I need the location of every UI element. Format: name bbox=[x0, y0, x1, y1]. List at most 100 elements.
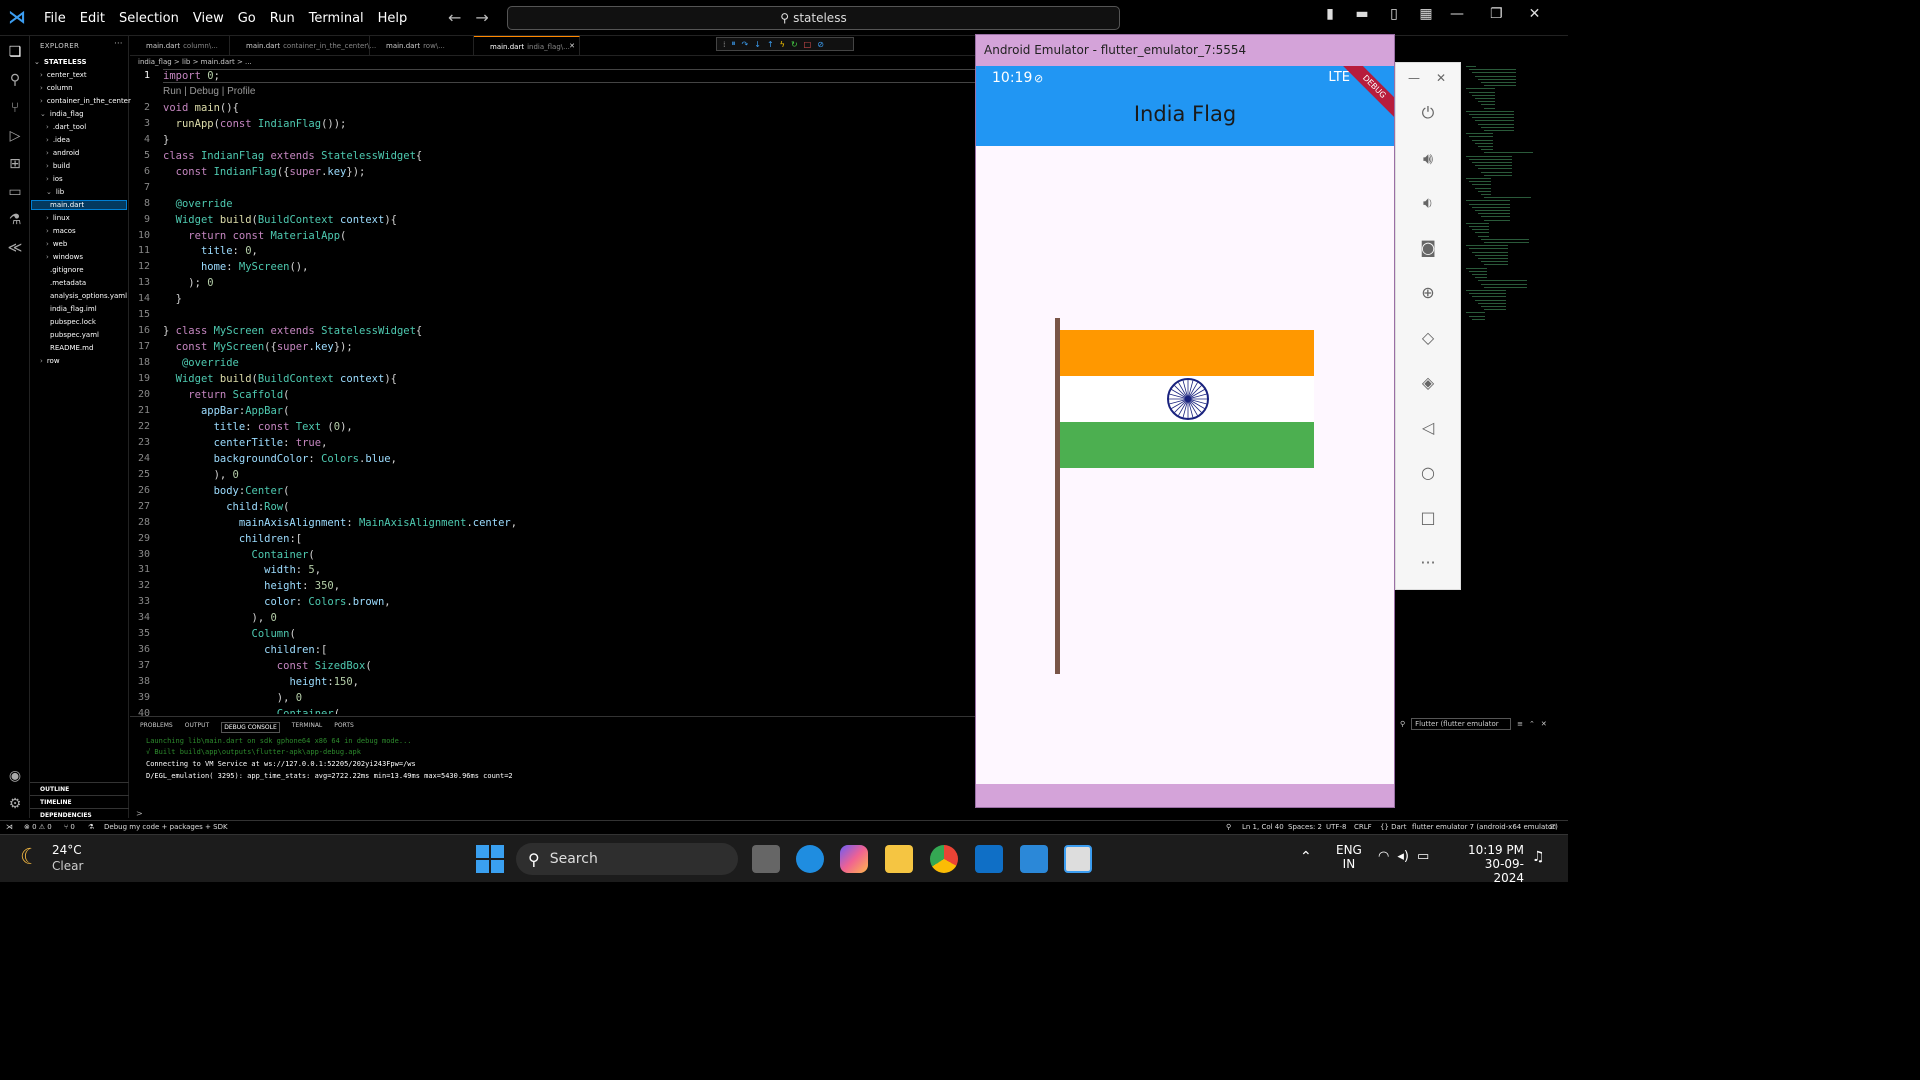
step-out-icon[interactable]: ↑ bbox=[767, 40, 774, 49]
explorer-folder[interactable]: › container_in_the_center bbox=[40, 97, 131, 105]
stop-icon[interactable]: □ bbox=[804, 40, 812, 49]
toggle-sidebar-icon[interactable]: ▮ bbox=[1320, 6, 1340, 22]
code-line[interactable]: return const MaterialApp( bbox=[163, 230, 346, 242]
code-line[interactable]: child:Row( bbox=[163, 501, 289, 513]
code-line[interactable]: import 0; bbox=[163, 69, 975, 83]
explorer-folder[interactable]: › linux bbox=[46, 214, 70, 222]
close-icon[interactable]: ✕ bbox=[1436, 71, 1446, 85]
code-line[interactable]: ), 0 bbox=[163, 469, 239, 481]
notepad-icon[interactable] bbox=[1020, 845, 1048, 873]
menu-view[interactable]: View bbox=[193, 11, 224, 26]
hot-reload-icon[interactable]: ϟ bbox=[780, 40, 785, 49]
toggle-panel-icon[interactable]: ▬ bbox=[1352, 6, 1372, 22]
menu-run[interactable]: Run bbox=[270, 11, 295, 26]
code-line[interactable]: title: 0, bbox=[163, 245, 258, 257]
tab-output[interactable]: OUTPUT bbox=[185, 722, 209, 733]
indentation[interactable]: Spaces: 2 bbox=[1288, 823, 1322, 831]
clock[interactable]: 10:19 PM 30-09-2024 bbox=[1460, 843, 1524, 885]
bell-icon[interactable]: ♫ bbox=[1532, 849, 1545, 865]
tab-ports[interactable]: PORTS bbox=[334, 722, 354, 733]
explorer-folder[interactable]: › .dart_tool bbox=[46, 123, 86, 131]
code-line[interactable]: return Scaffold( bbox=[163, 389, 289, 401]
extensions-icon[interactable]: ⊞ bbox=[5, 154, 25, 174]
drag-handle-icon[interactable]: ⁞ bbox=[723, 40, 726, 49]
language-indicator[interactable]: ENG IN bbox=[1336, 843, 1362, 871]
chevron-up-icon[interactable]: ⌃ bbox=[1300, 849, 1312, 865]
debug-mode[interactable]: Debug my code + packages + SDK bbox=[104, 823, 228, 831]
language-mode[interactable]: {} Dart bbox=[1380, 823, 1406, 831]
menu-terminal[interactable]: Terminal bbox=[309, 11, 364, 26]
code-line[interactable]: height: 350, bbox=[163, 580, 340, 592]
timeline-section[interactable]: TIMELINE bbox=[30, 795, 129, 808]
code-line[interactable]: } class MyScreen extends StatelessWidget… bbox=[163, 325, 422, 337]
code-line[interactable] bbox=[163, 182, 169, 194]
explorer-file[interactable]: india_flag.iml bbox=[46, 305, 97, 313]
remote-explorer-icon[interactable]: ▭ bbox=[5, 182, 25, 202]
explorer-folder[interactable]: › build bbox=[46, 162, 70, 170]
code-line[interactable]: class IndianFlag extends StatelessWidget… bbox=[163, 150, 422, 162]
step-over-icon[interactable]: ↷ bbox=[742, 40, 749, 49]
power-icon[interactable]: ⏻ bbox=[1416, 101, 1440, 125]
more-options-icon[interactable]: ··· bbox=[1416, 551, 1440, 575]
code-line[interactable]: color: Colors.brown, bbox=[163, 596, 390, 608]
line-endings[interactable]: CRLF bbox=[1354, 823, 1372, 831]
menu-file[interactable]: File bbox=[44, 11, 66, 26]
explorer-file[interactable]: main.dart bbox=[31, 200, 127, 210]
chrome-icon[interactable] bbox=[930, 845, 958, 873]
explorer-file[interactable]: README.md bbox=[46, 344, 93, 352]
code-line[interactable]: Container( bbox=[163, 549, 315, 561]
notifications-icon[interactable]: ⎚ bbox=[1550, 823, 1556, 832]
vscode-taskbar-icon[interactable] bbox=[975, 845, 1003, 873]
code-line[interactable]: ), 0 bbox=[163, 692, 302, 704]
code-line[interactable]: Widget build(BuildContext context){ bbox=[163, 214, 397, 226]
minimap[interactable] bbox=[1462, 66, 1568, 326]
restart-icon[interactable]: ↻ bbox=[791, 40, 798, 49]
explorer-file[interactable]: pubspec.yaml bbox=[46, 331, 99, 339]
toggle-secondary-sidebar-icon[interactable]: ▯ bbox=[1384, 6, 1404, 22]
codelens-run-debug[interactable]: Run | Debug | Profile bbox=[163, 86, 255, 97]
code-line[interactable]: Column( bbox=[163, 628, 296, 640]
zoom-in-icon[interactable]: ⊕ bbox=[1416, 281, 1440, 305]
console-prompt-icon[interactable]: > bbox=[136, 809, 143, 818]
back-arrow-icon[interactable]: ← bbox=[448, 8, 461, 27]
devtools-icon[interactable]: ⊘ bbox=[817, 40, 824, 49]
zoom-icon[interactable]: ⚲ bbox=[1226, 823, 1231, 831]
explorer-folder[interactable]: › column bbox=[40, 84, 73, 92]
code-line[interactable]: ), 0 bbox=[163, 612, 277, 624]
code-line[interactable]: } bbox=[163, 293, 182, 305]
tab-main-dart-row[interactable]: main.dart row\... bbox=[370, 36, 474, 56]
rotate-left-icon[interactable]: ◇ bbox=[1416, 326, 1440, 350]
moon-weather-icon[interactable]: ☾ bbox=[20, 845, 40, 870]
code-line[interactable]: void main(){ bbox=[163, 102, 239, 114]
code-line[interactable]: } bbox=[163, 134, 169, 146]
explorer-folder[interactable]: › android bbox=[46, 149, 79, 157]
tab-debug-console[interactable]: DEBUG CONSOLE bbox=[221, 722, 280, 733]
overview-icon[interactable]: □ bbox=[1416, 506, 1440, 530]
run-debug-icon[interactable]: ▷ bbox=[5, 126, 25, 146]
pause-icon[interactable]: ⏸ bbox=[732, 39, 736, 49]
volume-up-icon[interactable]: 🔊︎ bbox=[1416, 147, 1440, 171]
code-line[interactable]: const IndianFlag({super.key}); bbox=[163, 166, 366, 178]
weather-temp[interactable]: 24°C bbox=[52, 843, 82, 857]
ports-count[interactable]: ⑂ 0 bbox=[64, 823, 75, 831]
explorer-icon[interactable]: ❏ bbox=[5, 42, 25, 62]
explorer-folder[interactable]: › macos bbox=[46, 227, 76, 235]
code-line[interactable]: children:[ bbox=[163, 533, 302, 545]
problems-count[interactable]: ⊗ 0 ⚠ 0 bbox=[24, 823, 52, 831]
code-line[interactable]: width: 5, bbox=[163, 564, 321, 576]
code-line[interactable]: height:150, bbox=[163, 676, 359, 688]
customize-layout-icon[interactable]: ▦ bbox=[1416, 6, 1436, 22]
explorer-root[interactable]: ⌄ STATELESS bbox=[34, 58, 87, 66]
rotate-right-icon[interactable]: ◈ bbox=[1416, 371, 1440, 395]
code-line[interactable]: title: const Text (0), bbox=[163, 421, 353, 433]
breadcrumb[interactable]: india_flag > lib > main.dart > ... bbox=[138, 58, 252, 66]
search-icon[interactable]: ⚲ bbox=[5, 70, 25, 90]
explorer-folder[interactable]: › center_text bbox=[40, 71, 87, 79]
explorer-folder[interactable]: › .idea bbox=[46, 136, 70, 144]
menu-go[interactable]: Go bbox=[238, 11, 256, 26]
tab-problems[interactable]: PROBLEMS bbox=[140, 722, 173, 733]
code-line[interactable]: children:[ bbox=[163, 644, 327, 656]
task-view-icon[interactable] bbox=[752, 845, 780, 873]
minimize-icon[interactable]: — bbox=[1450, 6, 1464, 22]
code-editor[interactable]: import 0; void main(){ runApp(const India… bbox=[163, 68, 975, 714]
